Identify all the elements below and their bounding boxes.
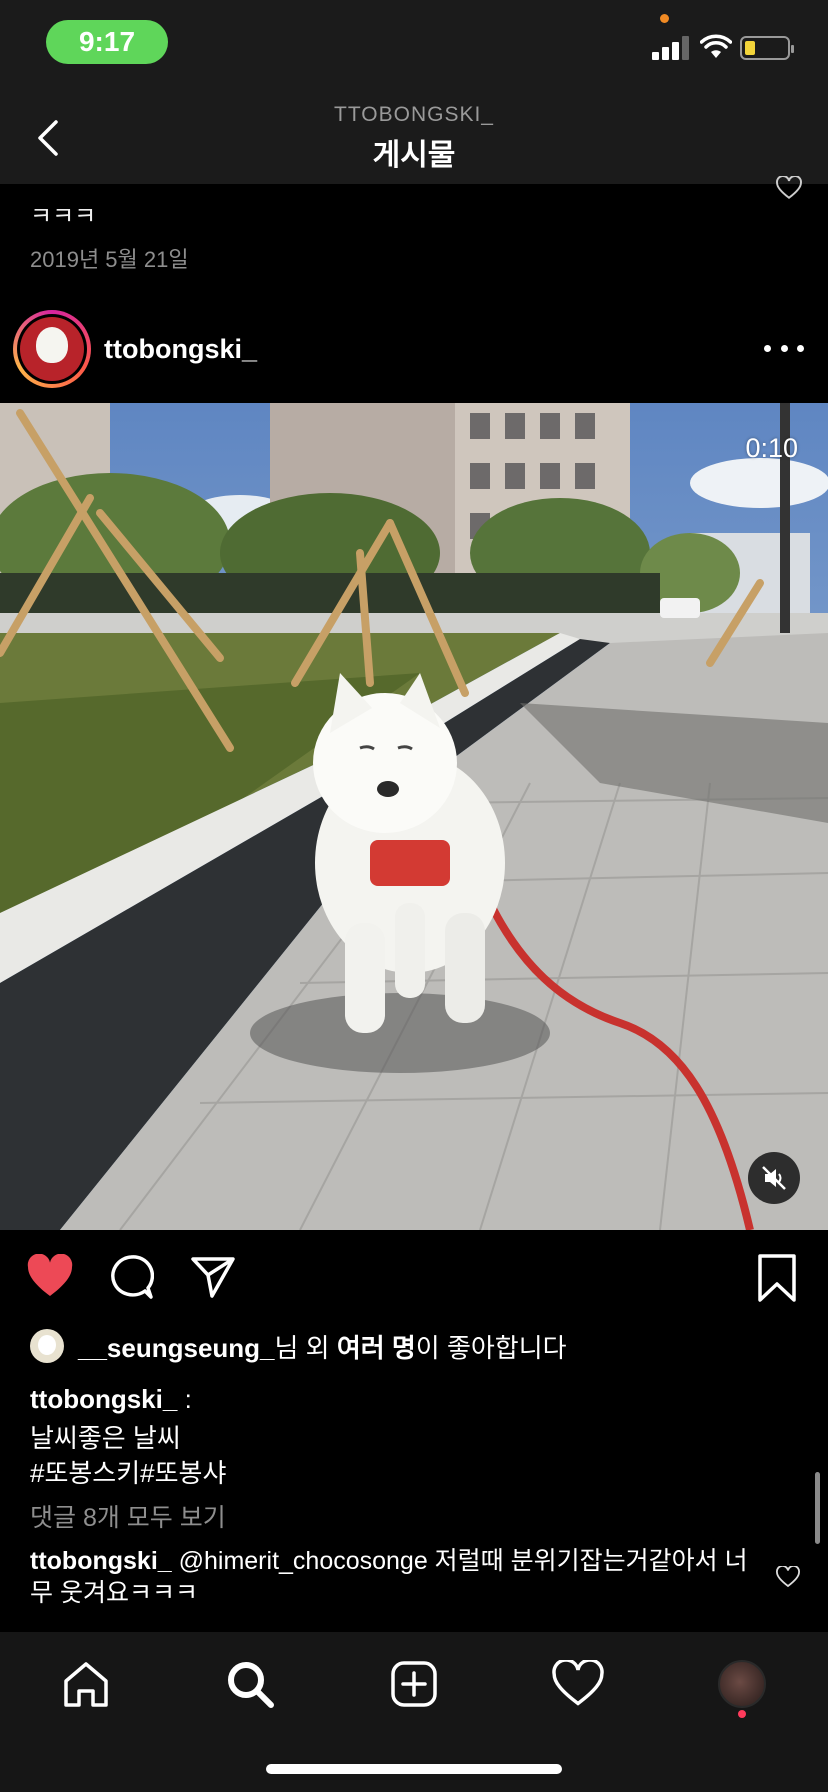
liker-avatar [30, 1329, 64, 1363]
search-icon [228, 1662, 274, 1708]
likes-others[interactable]: 여러 명 [337, 1333, 416, 1363]
wifi-icon [700, 34, 732, 58]
post-author-username[interactable]: ttobongski_ [104, 334, 257, 365]
comment-bubble-icon [111, 1255, 154, 1299]
home-icon [64, 1662, 108, 1707]
share-button[interactable] [188, 1252, 238, 1302]
paper-plane-icon [191, 1257, 235, 1298]
nav-add-post[interactable] [384, 1654, 444, 1714]
comment-like-heart-icon[interactable] [776, 1566, 800, 1588]
nav-profile[interactable] [712, 1654, 772, 1714]
page-title: 게시물 [372, 139, 456, 172]
heart-outline-icon[interactable] [776, 176, 802, 200]
comment-username[interactable]: ttobongski_ [30, 1547, 172, 1575]
previous-post-date: 2019년 5월 21일 [30, 247, 189, 272]
caption-line-1: 날씨좋은 날씨 [30, 1423, 181, 1453]
nav-home[interactable] [56, 1654, 116, 1714]
battery-icon [740, 36, 794, 60]
more-options-button[interactable] [764, 332, 804, 364]
like-button[interactable] [24, 1250, 76, 1302]
top-bar: 9:17 TTOBONGSKI_ 게시물 [0, 0, 828, 184]
save-button[interactable] [752, 1252, 802, 1304]
liker-username[interactable]: __seungseung_ [78, 1333, 275, 1363]
comment-button[interactable] [106, 1252, 156, 1302]
header-username: TTOBONGSKI_ [334, 103, 494, 126]
nav-activity[interactable] [548, 1654, 608, 1714]
caption-username[interactable]: ttobongski_ [30, 1384, 177, 1414]
caption: ttobongski_ : [30, 1384, 192, 1414]
video-frame-image [0, 403, 828, 1230]
profile-avatar [718, 1660, 766, 1708]
cellular-signal-icon [652, 36, 690, 60]
likes-text: __seungseung_님 외 여러 명이 좋아합니다 [78, 1332, 567, 1363]
scroll-indicator[interactable] [815, 1472, 820, 1544]
privacy-indicator-dot [660, 14, 669, 23]
activity-heart-icon [552, 1660, 604, 1706]
view-all-comments-link[interactable]: 댓글 8개 모두 보기 [30, 1498, 226, 1534]
nav-search[interactable] [220, 1654, 280, 1714]
previous-post-caption: ㅋㅋㅋ [30, 203, 97, 230]
video-remaining-time: 0:10 [745, 433, 798, 463]
battery-level [745, 41, 755, 55]
post-video[interactable]: 0:10 [0, 403, 828, 1230]
post-author-avatar[interactable] [13, 310, 91, 388]
caption-hashtags[interactable]: #또봉스키#또봉샤 [30, 1453, 226, 1490]
mute-toggle-button[interactable] [748, 1152, 800, 1204]
status-time[interactable]: 9:17 [46, 20, 168, 64]
home-indicator[interactable] [266, 1764, 562, 1774]
likes-summary[interactable]: __seungseung_님 외 여러 명이 좋아합니다 [30, 1328, 567, 1364]
heart-filled-icon [27, 1254, 73, 1296]
speaker-muted-icon [762, 1166, 786, 1190]
bookmark-icon [758, 1254, 796, 1302]
profile-notification-dot [738, 1710, 746, 1718]
add-post-icon [391, 1661, 437, 1707]
comment-item: ttobongski_ @himerit_chocosonge 저럴때 분위기잡… [30, 1545, 760, 1609]
